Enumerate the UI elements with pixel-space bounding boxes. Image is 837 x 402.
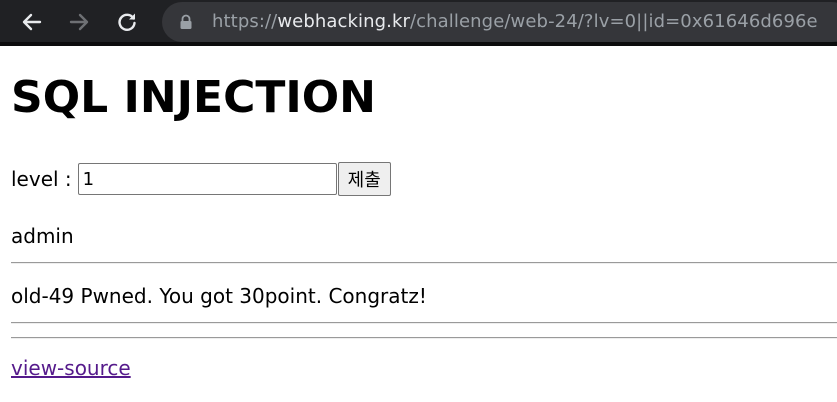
divider <box>11 322 837 324</box>
level-label: level : <box>11 167 72 191</box>
url-path: /challenge/web-24/?lv=0||id=0x61646d696e <box>410 11 818 32</box>
back-button[interactable] <box>17 7 47 37</box>
submit-button[interactable]: 제출 <box>337 162 391 196</box>
divider <box>11 337 837 339</box>
url-text: https://webhacking.kr/challenge/web-24/?… <box>212 11 818 32</box>
reload-button[interactable] <box>112 7 142 37</box>
view-source-link[interactable]: view-source <box>11 356 131 380</box>
url-host: webhacking.kr <box>277 11 410 32</box>
level-input[interactable] <box>77 163 337 195</box>
result-message: old-49 Pwned. You got 30point. Congratz! <box>11 284 427 308</box>
result-username: admin <box>11 224 74 248</box>
browser-toolbar: https://webhacking.kr/challenge/web-24/?… <box>0 0 837 46</box>
level-form: level : 제출 <box>11 162 391 196</box>
back-arrow-icon <box>22 13 42 31</box>
lock-icon <box>180 14 192 29</box>
address-bar[interactable]: https://webhacking.kr/challenge/web-24/?… <box>162 2 837 42</box>
forward-arrow-icon <box>69 13 89 31</box>
forward-button[interactable] <box>64 7 94 37</box>
url-scheme: https:// <box>212 11 278 32</box>
reload-icon <box>118 13 136 31</box>
divider <box>11 262 837 264</box>
page-title: SQL INJECTION <box>11 72 376 123</box>
